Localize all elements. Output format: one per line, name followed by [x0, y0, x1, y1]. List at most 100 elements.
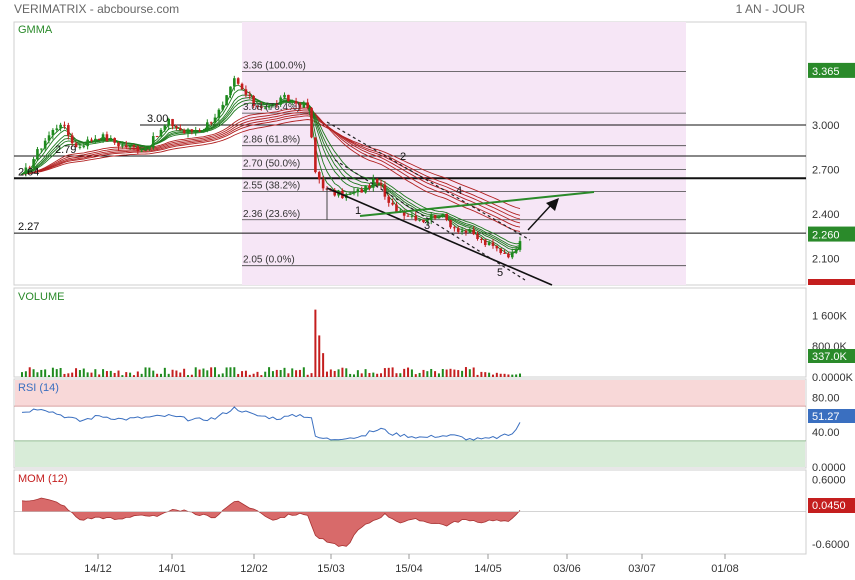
- volume-bar: [217, 374, 220, 377]
- volume-bar: [32, 369, 35, 377]
- volume-bar: [244, 370, 247, 377]
- volume-bar: [105, 371, 108, 377]
- wave-label: 1: [355, 205, 361, 217]
- rsi-current-label: 51.27: [812, 411, 840, 423]
- candle-body: [240, 83, 244, 90]
- volume-bar: [156, 373, 159, 377]
- candle-body: [159, 129, 163, 137]
- volume-bar: [132, 375, 135, 377]
- volume-bar: [125, 372, 128, 377]
- candle-body: [499, 248, 502, 253]
- candle-body: [510, 252, 514, 258]
- candle-body: [472, 229, 475, 235]
- volume-bar: [414, 374, 417, 377]
- candle-body: [178, 127, 182, 131]
- candle-body: [40, 148, 43, 150]
- volume-bar: [98, 374, 101, 377]
- fib-level-label: 2.36 (23.6%): [243, 209, 300, 220]
- candle-body: [229, 86, 232, 96]
- candle-body: [198, 130, 201, 132]
- volume-bar: [36, 372, 39, 377]
- candle-body: [321, 179, 325, 189]
- volume-bar: [484, 372, 487, 377]
- volume-bar: [202, 368, 205, 377]
- candle-body: [117, 142, 120, 147]
- candle-body: [418, 219, 421, 221]
- support-level-label: 2.64: [18, 166, 39, 178]
- fib-level-label: 2.86 (61.8%): [243, 135, 300, 146]
- volume-bar: [322, 353, 325, 377]
- chart-svg: VERIMATRIX - abcbourse.com 1 AN - JOUR 3…: [13, 2, 855, 575]
- date-tick-label: 12/02: [240, 563, 268, 575]
- volume-bar: [237, 373, 240, 377]
- volume-bar: [94, 369, 97, 377]
- support-level-label: 2.79: [55, 144, 76, 156]
- volume-bar: [495, 372, 498, 377]
- candle-body: [202, 130, 205, 132]
- candle-body: [495, 245, 499, 249]
- volume-bar: [283, 367, 286, 377]
- candle-body: [248, 94, 252, 96]
- candle-body: [491, 242, 495, 246]
- volume-bar: [129, 372, 132, 377]
- volume-bar: [445, 369, 448, 377]
- volume-bar: [90, 372, 93, 377]
- fib-level-label: 3.36 (100.0%): [243, 61, 306, 72]
- volume-bar: [468, 369, 471, 377]
- volume-bar: [449, 368, 452, 377]
- volume-bar: [175, 370, 178, 377]
- volume-bar: [63, 373, 66, 377]
- volume-bar: [117, 370, 120, 377]
- candle-body: [449, 219, 452, 228]
- candle-body: [406, 215, 410, 217]
- candle-body: [283, 94, 286, 98]
- candle-body: [518, 241, 522, 250]
- momentum-tick-label: -0.6000: [812, 539, 849, 551]
- candle-body: [503, 252, 506, 254]
- volume-bar: [71, 372, 74, 377]
- current-price-label: 2.260: [812, 230, 840, 242]
- candle-body: [375, 178, 379, 184]
- volume-tick-label: 1 600K: [812, 310, 848, 322]
- candle-body: [186, 129, 190, 134]
- candle-body: [314, 137, 317, 173]
- rsi-overbought-zone: [15, 380, 805, 407]
- candle-body: [109, 138, 113, 142]
- candle-body: [445, 213, 448, 220]
- candle-body: [148, 147, 151, 150]
- candle-body: [410, 215, 414, 217]
- date-tick-label: 14/12: [84, 563, 112, 575]
- candle-body: [387, 196, 391, 203]
- volume-bar: [399, 373, 402, 377]
- volume-bar: [345, 368, 348, 377]
- candle-body: [514, 249, 518, 253]
- candle-body: [55, 128, 59, 130]
- volume-bar: [341, 367, 344, 377]
- volume-bar: [136, 371, 139, 377]
- candle-body: [194, 130, 198, 132]
- volume-bar: [418, 372, 421, 377]
- volume-bar: [310, 373, 313, 377]
- volume-bar: [179, 372, 182, 377]
- candle-body: [70, 135, 74, 144]
- candle-body: [182, 130, 186, 134]
- volume-bar: [457, 370, 460, 377]
- volume-bar: [109, 370, 112, 377]
- volume-bar: [391, 367, 394, 377]
- volume-bar: [148, 367, 151, 377]
- date-tick-label: 14/01: [158, 563, 186, 575]
- candle-body: [63, 124, 66, 126]
- volume-bar: [437, 373, 440, 377]
- candle-body: [225, 95, 228, 105]
- candle-body: [456, 228, 460, 232]
- volume-bar: [515, 374, 518, 377]
- volume-bar: [314, 309, 317, 377]
- fib-level-label: 3.08 (76.4%): [243, 102, 300, 113]
- volume-bar: [410, 369, 413, 377]
- wave-label: 4: [456, 185, 462, 197]
- candle-body: [175, 126, 178, 128]
- candle-body: [476, 234, 479, 239]
- volume-bar: [264, 371, 267, 377]
- candle-body: [348, 193, 352, 195]
- volume-bar: [225, 367, 228, 377]
